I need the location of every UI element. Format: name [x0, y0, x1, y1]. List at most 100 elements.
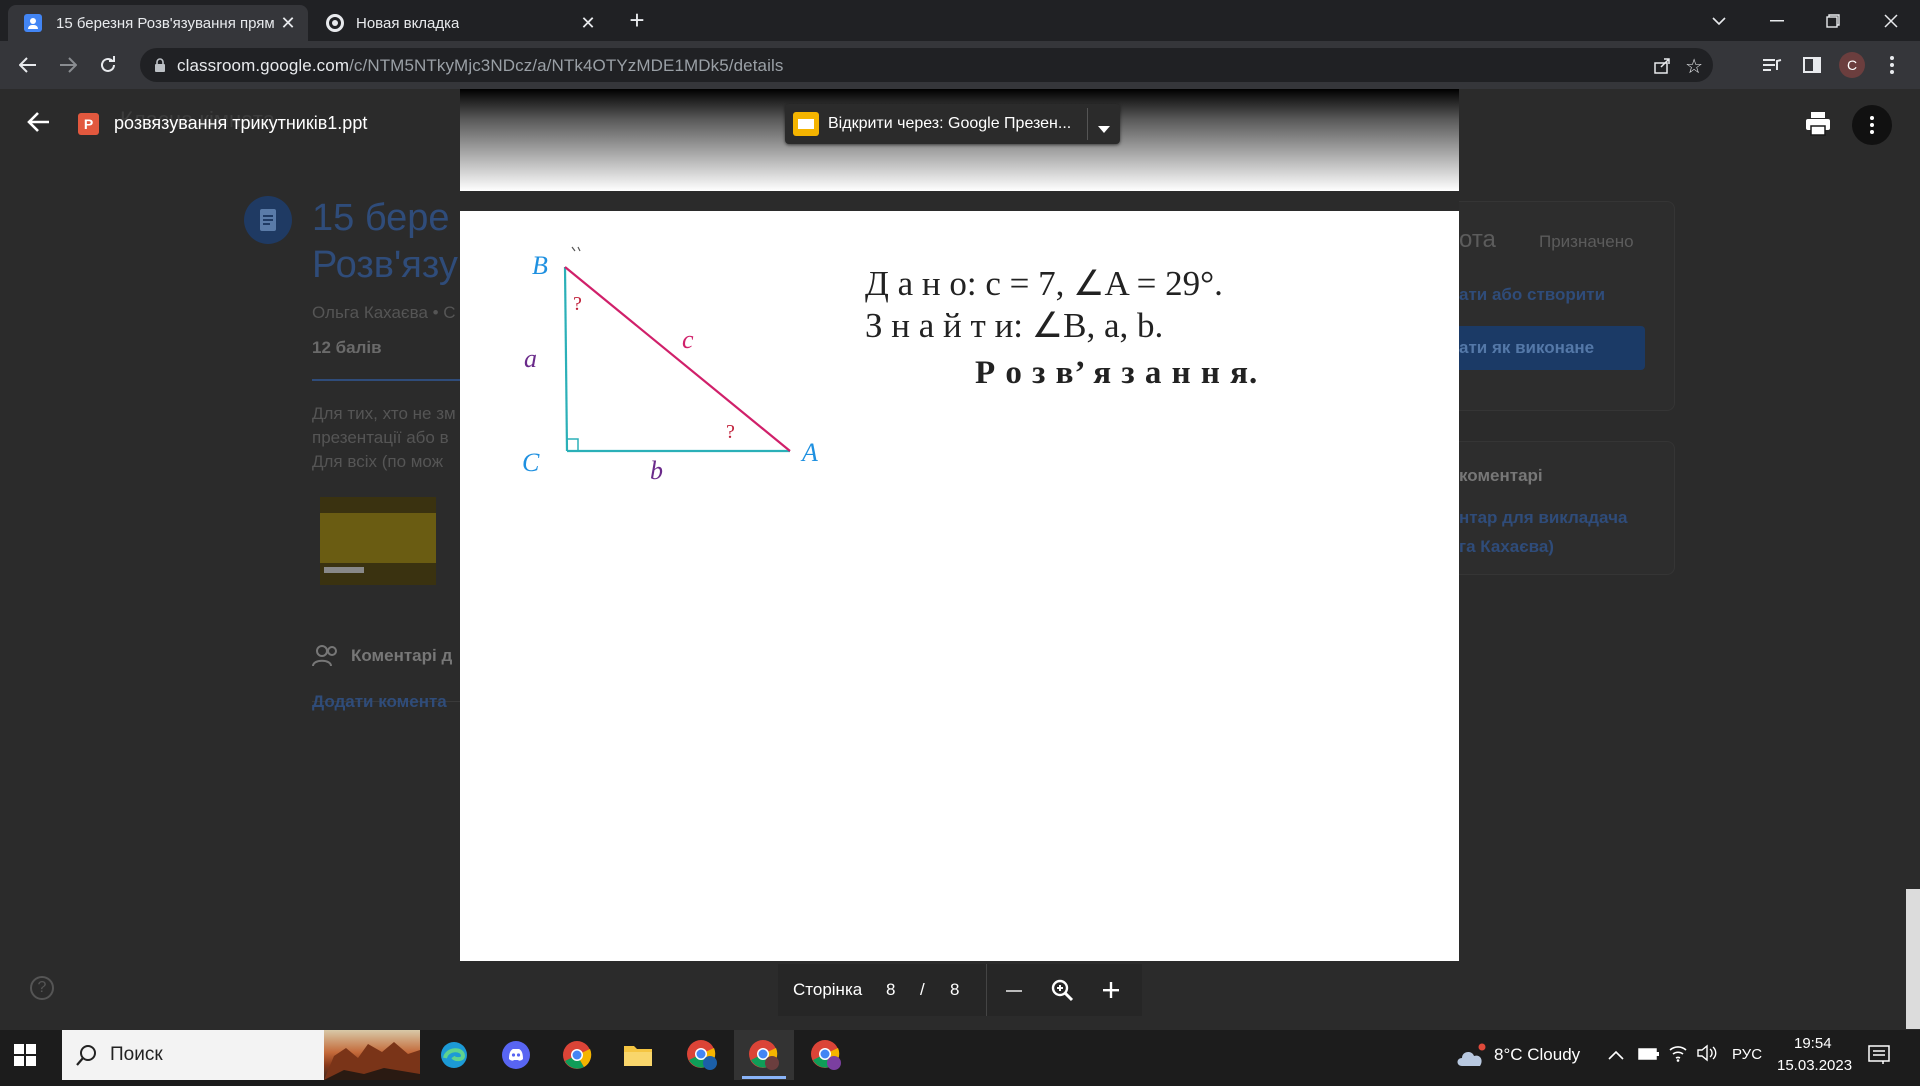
- language-indicator[interactable]: РУС: [1732, 1046, 1762, 1063]
- private-comments-title: коментарі: [1459, 466, 1543, 485]
- assignment-title: 15 бере: [312, 197, 450, 239]
- zoom-icon[interactable]: [1050, 978, 1074, 1002]
- wifi-icon[interactable]: [1668, 1044, 1688, 1067]
- tab-classroom[interactable]: 15 березня Розв'язування прям ✕: [8, 5, 308, 41]
- new-tab-button[interactable]: +: [624, 7, 650, 34]
- people-icon: [312, 645, 340, 672]
- taskbar-search-box[interactable]: Поиск: [62, 1030, 420, 1080]
- class-comments-label: Коментарі д: [351, 646, 453, 665]
- viewer-scrollbar[interactable]: [1906, 889, 1920, 1029]
- angle-a-unknown: ?: [726, 421, 735, 443]
- divider: [312, 379, 460, 381]
- divider: [1087, 108, 1088, 140]
- profile-avatar[interactable]: C: [1836, 49, 1868, 81]
- share-icon[interactable]: [1653, 56, 1671, 79]
- browser-toolbar: classroom.google.com/c/NTM5NTkyMjc3NDcz/…: [0, 41, 1920, 89]
- slide-given-line: Д а н о: c = 7, ∠A = 29°.: [865, 264, 1223, 303]
- volume-icon[interactable]: [1696, 1044, 1718, 1067]
- assignment-author: Ольга Кахаєва • С: [312, 303, 456, 322]
- dropdown-arrow-icon[interactable]: [1098, 120, 1110, 138]
- private-comments-card: коментарі нтар для викладача га Кахаєва): [1459, 441, 1675, 575]
- slide-page: B C A a b c ? ? Д а н о: c = 7, ∠A = 29°…: [460, 211, 1459, 961]
- angle-b-unknown: ?: [573, 293, 582, 315]
- attachment-thumbnail[interactable]: [320, 497, 436, 585]
- side-panel-icon[interactable]: [1796, 49, 1828, 81]
- profile-initial: C: [1839, 52, 1865, 78]
- slide-solution-heading: Р о з в’ я з а н н я.: [975, 355, 1259, 391]
- google-slides-icon: [793, 112, 819, 136]
- more-options-icon[interactable]: [1852, 105, 1892, 145]
- notifications-icon[interactable]: [1868, 1045, 1890, 1070]
- file-explorer-icon[interactable]: [618, 1035, 658, 1075]
- add-class-comment-link[interactable]: Додати комента: [312, 692, 447, 712]
- bookmark-star-icon[interactable]: ☆: [1685, 54, 1703, 79]
- print-icon[interactable]: [1804, 111, 1832, 139]
- description-line: Для тих, хто не зм: [312, 404, 456, 423]
- assignment-points: 12 балів: [312, 338, 382, 357]
- mark-done-button[interactable]: ати як виконане: [1459, 326, 1645, 370]
- zoom-out-button[interactable]: [1003, 980, 1025, 1002]
- url-text: classroom.google.com/c/NTM5NTkyMjc3NDcz/…: [177, 56, 783, 76]
- side-b-label: b: [650, 456, 663, 485]
- restore-button[interactable]: [1810, 0, 1856, 41]
- search-icon: [76, 1044, 98, 1072]
- browser-tab-bar: 15 березня Розв'язування прям ✕ Новая вк…: [0, 0, 1920, 41]
- edge-icon[interactable]: [434, 1035, 474, 1075]
- page-current[interactable]: 8: [886, 980, 895, 1000]
- address-bar[interactable]: classroom.google.com/c/NTM5NTkyMjc3NDcz/…: [140, 48, 1713, 82]
- assignment-icon: [244, 196, 292, 244]
- description-line: презентації або в: [312, 428, 449, 447]
- side-a-label: a: [524, 344, 537, 373]
- weather-icon[interactable]: [1454, 1042, 1488, 1073]
- teacher-name: га Кахаєва): [1459, 537, 1554, 556]
- tab-close-icon[interactable]: ✕: [278, 13, 298, 33]
- file-name: розвязування трикутників1.ppt: [114, 113, 368, 133]
- discord-icon[interactable]: [496, 1035, 536, 1075]
- clock-time[interactable]: 19:54: [1794, 1035, 1832, 1052]
- forward-button[interactable]: [52, 49, 84, 81]
- right-angle-mark: [567, 438, 579, 451]
- close-viewer-button[interactable]: [26, 111, 54, 139]
- chrome-favicon-icon: [326, 14, 344, 32]
- search-placeholder: Поиск: [110, 1044, 163, 1065]
- close-window-button[interactable]: [1868, 0, 1914, 41]
- reload-button[interactable]: [92, 49, 124, 81]
- your-work-card: ота Призначено ати або створити ати як в…: [1459, 201, 1675, 411]
- page-label: Сторінка: [793, 980, 863, 999]
- tab-close-icon[interactable]: ✕: [578, 13, 598, 33]
- chrome-icon[interactable]: [557, 1035, 597, 1075]
- lock-icon: [154, 58, 166, 78]
- zoom-in-button[interactable]: [1100, 979, 1122, 1001]
- back-button[interactable]: [12, 49, 44, 81]
- media-control-icon[interactable]: [1756, 49, 1788, 81]
- show-hidden-icons[interactable]: [1608, 1047, 1624, 1065]
- add-or-create-button[interactable]: ати або створити: [1459, 285, 1605, 305]
- slide-find-line: З н а й т и: ∠B, a, b.: [865, 306, 1164, 345]
- open-with-label: Відкрити через: Google Презен...: [828, 115, 1072, 132]
- your-work-title: ота: [1459, 226, 1496, 253]
- windows-taskbar: Поиск 8°C Cloudy РУС 19:54 15.03.2023: [0, 1030, 1920, 1080]
- page-controls: Сторінка 8 / 8: [778, 964, 1142, 1016]
- url-host: classroom.google.com: [177, 56, 350, 75]
- chrome-profile-1-icon[interactable]: [682, 1035, 722, 1075]
- chrome-profile-3-icon[interactable]: [806, 1035, 846, 1075]
- chrome-menu-icon[interactable]: [1876, 49, 1908, 81]
- start-button[interactable]: [14, 1044, 36, 1066]
- minimize-button[interactable]: [1754, 0, 1800, 41]
- tab-new-tab[interactable]: Новая вкладка ✕: [312, 5, 608, 41]
- help-icon[interactable]: ?: [30, 976, 54, 1000]
- url-path: /c/NTM5NTkyMjc3NDcz/a/NTk4OTYzMDE1MDk5/d…: [349, 56, 784, 75]
- search-highlight-image: [324, 1030, 420, 1080]
- tab-title: 15 березня Розв'язування прям: [56, 14, 275, 32]
- clock-date[interactable]: 15.03.2023: [1777, 1057, 1852, 1074]
- open-with-button[interactable]: Відкрити через: Google Презен...: [785, 104, 1120, 144]
- mark-done-label: ати як виконане: [1459, 338, 1595, 357]
- assignment-title-line2: Розв'язу: [312, 244, 458, 286]
- hypotenuse-line: [564, 266, 791, 452]
- weather-text[interactable]: 8°C Cloudy: [1494, 1045, 1580, 1065]
- chrome-profile-2-icon[interactable]: [744, 1035, 784, 1075]
- battery-icon[interactable]: [1638, 1047, 1660, 1066]
- classroom-favicon-icon: [24, 14, 42, 32]
- tab-search-icon[interactable]: [1696, 0, 1742, 41]
- add-private-comment-link[interactable]: нтар для викладача: [1459, 508, 1627, 528]
